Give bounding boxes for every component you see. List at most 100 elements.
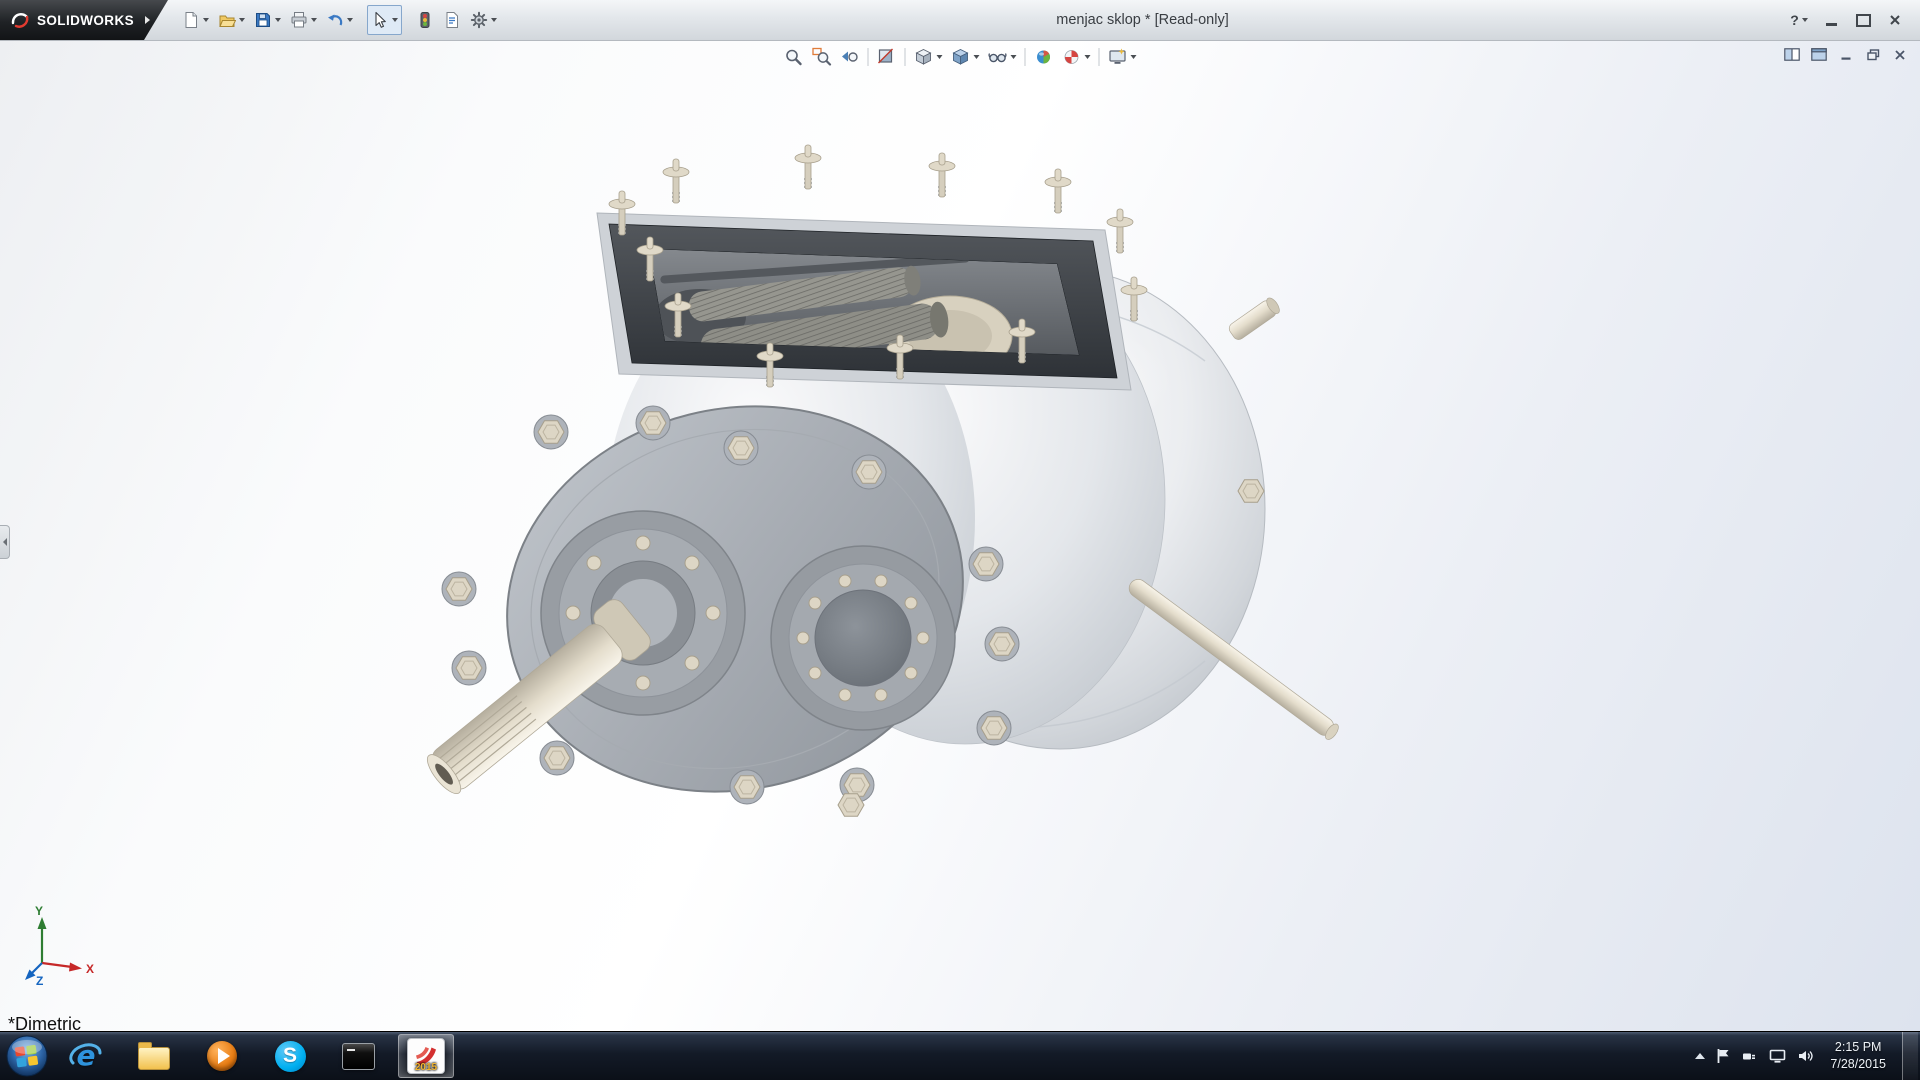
new-document-icon (182, 11, 200, 29)
right-bearing-cover[interactable] (771, 546, 955, 730)
pane-split-button[interactable] (1782, 46, 1802, 63)
pane-full-button[interactable] (1809, 46, 1829, 63)
view-orientation-label: *Dimetric (8, 1014, 81, 1031)
restore-icon (1867, 49, 1880, 61)
display-style-icon (951, 47, 971, 67)
maximize-button[interactable] (1848, 9, 1878, 31)
previous-view-icon (840, 47, 860, 67)
dropdown-arrow-icon[interactable] (491, 18, 497, 22)
document-window-controls (1782, 46, 1910, 63)
document-restore-button[interactable] (1863, 46, 1883, 63)
windows-start-orb-icon (5, 1034, 49, 1078)
taskbar-windows-explorer[interactable] (126, 1034, 182, 1078)
dropdown-arrow-icon[interactable] (1085, 55, 1091, 59)
dropdown-arrow-icon[interactable] (1011, 55, 1017, 59)
usb-device-icon[interactable] (1741, 1048, 1758, 1064)
start-button[interactable] (0, 1032, 54, 1080)
new-document-button[interactable] (178, 5, 213, 35)
edit-appearance-sphere-icon (1034, 47, 1054, 67)
heads-up-view-toolbar (781, 44, 1140, 70)
titlebar: SOLIDWORKS (0, 0, 1920, 41)
undo-button[interactable] (322, 5, 357, 35)
taskbar-solidworks[interactable]: 2015 (398, 1034, 454, 1078)
view-settings-icon (1108, 47, 1128, 67)
help-button[interactable]: ? (1784, 9, 1814, 31)
close-button[interactable] (1880, 9, 1910, 31)
open-button[interactable] (214, 5, 249, 35)
triad-z-label: Z (36, 974, 43, 988)
document-close-button[interactable] (1890, 46, 1910, 63)
minimize-icon (1840, 49, 1852, 61)
ie-orbit-icon (69, 1041, 103, 1075)
hide-show-items-button[interactable] (985, 44, 1020, 70)
taskbar-apps: e S (58, 1032, 454, 1080)
menu-expand-arrow[interactable] (145, 16, 150, 24)
rebuild-button[interactable] (412, 5, 438, 35)
top-cover-opening[interactable] (597, 145, 1147, 390)
toolbar-separator (868, 48, 869, 66)
select-button[interactable] (367, 5, 402, 35)
taskbar-command-prompt[interactable] (330, 1034, 386, 1078)
minimize-icon (1826, 23, 1837, 26)
dropdown-arrow-icon[interactable] (392, 18, 398, 22)
media-player-icon (207, 1041, 237, 1071)
solidworks-logo: SOLIDWORKS (0, 0, 168, 40)
y-axis-arrow (38, 917, 47, 929)
toolbar-separator (1025, 48, 1026, 66)
hide-show-glasses-icon (988, 47, 1008, 67)
save-button[interactable] (250, 5, 285, 35)
view-settings-button[interactable] (1105, 44, 1140, 70)
show-hidden-icons-button[interactable] (1695, 1053, 1705, 1059)
display-style-button[interactable] (948, 44, 983, 70)
file-properties-icon (443, 11, 461, 29)
dropdown-arrow-icon[interactable] (239, 18, 245, 22)
chevron-left-icon (3, 538, 7, 546)
file-properties-button[interactable] (439, 5, 465, 35)
dropdown-arrow-icon[interactable] (974, 55, 980, 59)
dropdown-arrow-icon[interactable] (1802, 18, 1808, 22)
taskbar-clock[interactable]: 2:15 PM 7/28/2015 (1825, 1039, 1891, 1074)
toolbar-separator (905, 48, 906, 66)
dropdown-arrow-icon[interactable] (203, 18, 209, 22)
options-button[interactable] (466, 5, 501, 35)
taskbar-media-player[interactable] (194, 1034, 250, 1078)
feature-tree-splitter-handle[interactable] (0, 525, 10, 559)
rebuild-traffic-light-icon (416, 11, 434, 29)
display-icon[interactable] (1769, 1048, 1786, 1064)
dropdown-arrow-icon[interactable] (1131, 55, 1137, 59)
taskbar-internet-explorer[interactable]: e (58, 1034, 114, 1078)
dropdown-arrow-icon[interactable] (275, 18, 281, 22)
dropdown-arrow-icon[interactable] (311, 18, 317, 22)
pane-full-icon (1811, 48, 1827, 61)
previous-view-button[interactable] (837, 44, 863, 70)
dropdown-arrow-icon[interactable] (937, 55, 943, 59)
skype-icon: S (275, 1041, 306, 1072)
volume-icon[interactable] (1797, 1048, 1814, 1064)
window-title: menjac sklop * [Read-only] (501, 0, 1784, 40)
graphics-area[interactable]: Y X Z *Dimetric (0, 41, 1920, 1031)
document-minimize-button[interactable] (1836, 46, 1856, 63)
toolbar-separator (1099, 48, 1100, 66)
edit-appearance-button[interactable] (1031, 44, 1057, 70)
apply-scene-button[interactable] (1059, 44, 1094, 70)
dropdown-arrow-icon[interactable] (347, 18, 353, 22)
select-cursor-icon (371, 11, 389, 29)
view-orientation-button[interactable] (911, 44, 946, 70)
section-view-button[interactable] (874, 44, 900, 70)
save-icon (254, 11, 272, 29)
clock-date: 7/28/2015 (1830, 1056, 1886, 1074)
close-icon (1894, 49, 1906, 61)
minimize-button[interactable] (1816, 9, 1846, 31)
action-center-flag-icon[interactable] (1716, 1048, 1730, 1064)
print-button[interactable] (286, 5, 321, 35)
clock-time: 2:15 PM (1835, 1039, 1882, 1057)
zoom-to-fit-button[interactable] (781, 44, 807, 70)
solidworks-window: SOLIDWORKS (0, 0, 1920, 1080)
taskbar-skype[interactable]: S (262, 1034, 318, 1078)
main-toolbar (168, 0, 501, 40)
apply-scene-ball-icon (1062, 47, 1082, 67)
show-desktop-button[interactable] (1902, 1032, 1918, 1080)
close-icon (1889, 14, 1901, 26)
zoom-to-area-button[interactable] (809, 44, 835, 70)
play-icon (218, 1048, 230, 1064)
